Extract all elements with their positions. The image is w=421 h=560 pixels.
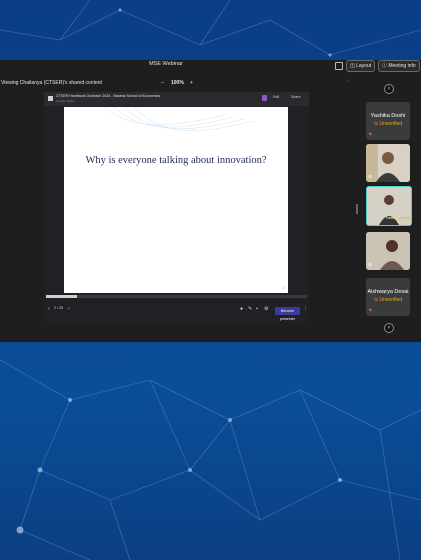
slide-heading: Why is everyone talking about innovation… xyxy=(85,155,267,166)
edit-button[interactable]: Edit xyxy=(273,95,279,99)
participant-tile[interactable]: Yashika Doshi ⊙ Unverified ⚑ xyxy=(366,102,410,140)
zoom-in-button[interactable]: + xyxy=(190,80,193,86)
participant-status: ⊙ Unverified xyxy=(389,216,411,220)
shared-doc-subtitle: Google Slides xyxy=(56,99,75,103)
slide-controls: ‹ 2 / 25 › ● ✎ ▪ ⚙ Become presenter ⋮ xyxy=(44,299,309,322)
meeting-title: MSE Webinar xyxy=(149,61,183,67)
meeting-info-button[interactable]: ⓘ Meeting info xyxy=(378,60,420,72)
participant-tile[interactable]: Aishwarya Desai ⊙ Unverified ⚑ xyxy=(366,278,410,316)
next-slide-icon[interactable]: › xyxy=(68,306,70,312)
zoom-out-button[interactable]: – xyxy=(161,80,164,86)
scroll-down-button[interactable]: ˅ xyxy=(384,323,394,333)
mic-off-icon: ⊘ xyxy=(368,262,373,268)
resize-handle[interactable] xyxy=(356,204,358,214)
shared-doc-title: CTSER Handbook Outreach 2024 - Madras Sc… xyxy=(56,94,161,98)
pointer-icon[interactable]: ● xyxy=(240,306,243,312)
mic-off-icon: ⊘ xyxy=(368,174,373,180)
chevron-up-icon: ˄ xyxy=(387,86,391,92)
slide-canvas: Why is everyone talking about innovation… xyxy=(64,107,288,293)
participant-video xyxy=(366,232,410,270)
pen-icon[interactable]: ✎ xyxy=(248,306,252,312)
flag-icon: ⚑ xyxy=(368,308,373,314)
flag-icon: ⚑ xyxy=(368,132,373,138)
settings-icon[interactable]: ⚙ xyxy=(264,306,268,312)
shared-content-pane: CTSER Handbook Outreach 2024 - Madras Sc… xyxy=(44,92,309,322)
participant-video-tile[interactable]: ⊘ xyxy=(366,144,410,182)
collaborator-avatar xyxy=(262,95,267,101)
expand-caret-icon[interactable]: ˇ xyxy=(348,80,350,86)
meeting-top-bar: MSE Webinar ◫ Layout ⓘ Meeting info xyxy=(0,60,421,72)
meeting-window: MSE Webinar ◫ Layout ⓘ Meeting info View… xyxy=(0,60,421,342)
become-presenter-button[interactable]: Become presenter xyxy=(275,307,300,321)
slides-logo-icon xyxy=(48,96,53,101)
layout-button[interactable]: ◫ Layout xyxy=(346,60,376,72)
slide-progress-bar[interactable] xyxy=(46,295,307,298)
participant-video-tile-active[interactable]: Narahari ⊙ Unverified xyxy=(366,186,412,226)
participant-name: Aishwarya Desai xyxy=(367,289,409,295)
more-options-icon[interactable]: ⋮ xyxy=(303,306,308,312)
participant-video xyxy=(366,144,410,182)
picture-in-picture-icon[interactable] xyxy=(335,62,343,70)
participant-status: ⊙ Unverified xyxy=(373,297,403,303)
slide-progress-fill xyxy=(46,295,78,298)
layout-label: Layout xyxy=(356,63,372,69)
participant-video-tile[interactable]: ⊘ xyxy=(366,232,410,270)
viewing-label: Viewing Chaitanya (CTSER)'s shared conte… xyxy=(1,80,102,86)
share-toolbar: Viewing Chaitanya (CTSER)'s shared conte… xyxy=(0,80,360,88)
scroll-up-button[interactable]: ˄ xyxy=(384,84,394,94)
shared-doc-header: CTSER Handbook Outreach 2024 - Madras Sc… xyxy=(44,92,309,106)
share-button[interactable]: Share xyxy=(291,95,301,99)
captions-icon[interactable]: ▪ xyxy=(256,306,258,312)
page-indicator: 2 / 25 xyxy=(54,306,63,310)
participant-name: Yashika Doshi xyxy=(370,113,406,119)
zoom-level: 100% xyxy=(171,80,184,86)
meeting-info-label: Meeting info xyxy=(388,63,416,69)
slide-wave-decoration xyxy=(103,107,255,131)
prev-slide-icon[interactable]: ‹ xyxy=(48,306,50,312)
slide-page-number: 2 xyxy=(282,286,284,290)
participant-status: ⊙ Unverified xyxy=(373,121,403,127)
chevron-down-icon: ˅ xyxy=(387,325,391,331)
